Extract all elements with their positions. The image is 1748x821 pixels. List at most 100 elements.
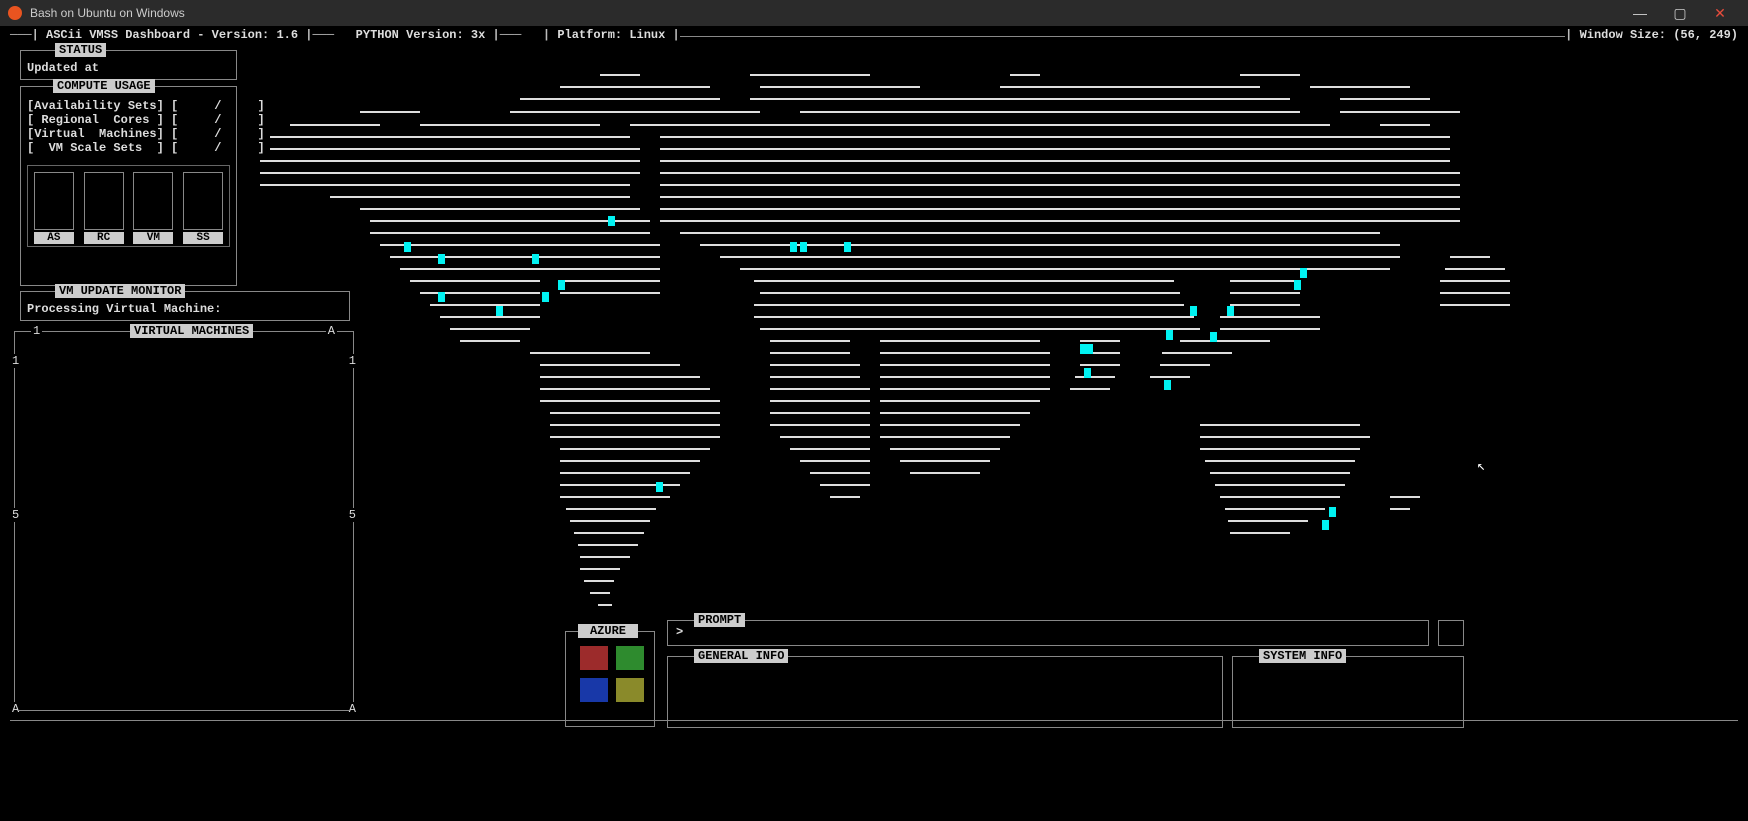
datacenter-marker — [1166, 330, 1173, 340]
map-land-line — [560, 496, 670, 498]
platform-label: Platform: Linux — [557, 28, 665, 42]
map-land-line — [760, 86, 920, 88]
datacenter-marker — [1164, 380, 1171, 390]
ubuntu-icon — [8, 6, 22, 20]
map-land-line — [530, 352, 650, 354]
map-land-line — [560, 448, 710, 450]
map-land-line — [1075, 376, 1115, 378]
datacenter-marker — [1322, 520, 1329, 530]
map-land-line — [330, 196, 630, 198]
map-land-line — [750, 74, 870, 76]
datacenter-marker — [608, 216, 615, 226]
map-land-line — [540, 388, 710, 390]
map-land-line — [800, 111, 1300, 113]
map-land-line — [790, 448, 870, 450]
datacenter-marker — [1190, 306, 1197, 316]
map-land-line — [880, 424, 1020, 426]
map-land-line — [290, 124, 380, 126]
compute-usage-panel: COMPUTE USAGE [Availability Sets] [ / ][… — [20, 86, 237, 286]
map-land-line — [540, 364, 680, 366]
map-land-line — [560, 472, 690, 474]
prompt-panel[interactable]: PROMPT > — [667, 620, 1429, 646]
prompt-title: PROMPT — [694, 613, 745, 627]
map-land-line — [260, 184, 630, 186]
map-land-line — [570, 520, 650, 522]
map-land-line — [560, 460, 700, 462]
map-land-line — [400, 268, 660, 270]
map-land-line — [270, 136, 630, 138]
map-land-line — [550, 424, 720, 426]
azure-status-square — [616, 678, 644, 702]
datacenter-marker — [1210, 332, 1217, 342]
map-land-line — [780, 436, 870, 438]
map-land-line — [360, 208, 640, 210]
geninfo-title: GENERAL INFO — [694, 649, 788, 663]
map-land-line — [660, 220, 1460, 222]
map-land-line — [560, 280, 660, 282]
map-land-line — [1230, 292, 1300, 294]
datacenter-marker — [532, 254, 539, 264]
minimize-button[interactable]: — — [1620, 5, 1660, 21]
datacenter-marker — [542, 292, 549, 302]
map-land-line — [1310, 86, 1410, 88]
map-land-line — [1220, 328, 1320, 330]
map-land-line — [680, 232, 1380, 234]
status-title: STATUS — [55, 43, 106, 57]
map-land-line — [540, 376, 700, 378]
map-land-line — [880, 436, 1010, 438]
mouse-cursor-icon: ↖ — [1477, 458, 1485, 475]
map-land-line — [260, 160, 640, 162]
map-land-line — [598, 604, 612, 606]
map-land-line — [810, 472, 870, 474]
sysinfo-title: SYSTEM INFO — [1259, 649, 1346, 663]
map-land-line — [1210, 472, 1350, 474]
map-land-line — [910, 472, 980, 474]
datacenter-marker — [1294, 280, 1301, 290]
datacenter-marker — [790, 242, 797, 252]
map-land-line — [754, 304, 1184, 306]
vmupdate-text: Processing Virtual Machine: — [27, 302, 221, 316]
map-land-line — [1445, 268, 1505, 270]
maximize-button[interactable]: ▢ — [1660, 5, 1700, 22]
map-land-line — [370, 232, 650, 234]
map-land-line — [740, 268, 1390, 270]
map-land-line — [380, 244, 660, 246]
datacenter-marker — [558, 280, 565, 290]
map-land-line — [1162, 352, 1232, 354]
terminal-area: ───| ASCii VMSS Dashboard - Version: 1.6… — [0, 26, 1748, 821]
footer-line — [10, 720, 1738, 721]
map-land-line — [660, 196, 1460, 198]
header-line: ───| ASCii VMSS Dashboard - Version: 1.6… — [0, 26, 1748, 42]
map-land-line — [550, 412, 720, 414]
map-land-line — [1340, 111, 1460, 113]
gauges-container: ASRCVMSS — [27, 165, 230, 247]
map-land-line — [880, 388, 1050, 390]
map-land-line — [760, 292, 1180, 294]
map-land-line — [360, 111, 420, 113]
vms-marker: 1 — [12, 354, 19, 368]
compute-title: COMPUTE USAGE — [53, 79, 155, 93]
prompt-indicator-box — [1438, 620, 1464, 646]
compute-row: [Availability Sets] [ / ] — [27, 99, 230, 113]
map-land-line — [1225, 508, 1325, 510]
map-land-line — [660, 172, 1460, 174]
map-land-line — [1220, 496, 1340, 498]
map-land-line — [880, 364, 1050, 366]
map-land-line — [770, 352, 850, 354]
map-land-line — [890, 448, 1000, 450]
datacenter-marker — [1300, 268, 1307, 278]
map-land-line — [754, 316, 1194, 318]
map-land-line — [540, 400, 720, 402]
close-button[interactable]: ✕ — [1700, 5, 1740, 22]
gauge-label: VM — [133, 232, 173, 244]
map-land-line — [880, 400, 1040, 402]
window-titlebar: Bash on Ubuntu on Windows — ▢ ✕ — [0, 0, 1748, 26]
map-land-line — [1440, 292, 1510, 294]
map-land-line — [584, 580, 614, 582]
map-land-line — [560, 292, 660, 294]
gauge-label: SS — [183, 232, 223, 244]
gauge-vm: VM — [133, 172, 173, 244]
azure-status-square — [580, 678, 608, 702]
map-land-line — [1180, 340, 1270, 342]
vms-marker: 1 — [31, 324, 42, 338]
